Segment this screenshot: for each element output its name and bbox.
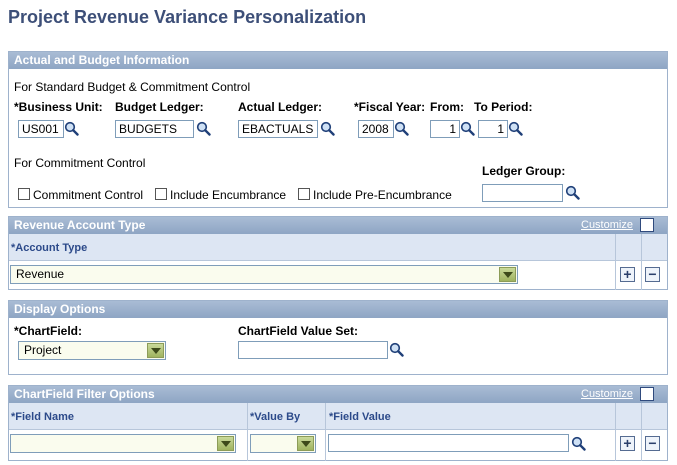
chartfield-select[interactable]: Project	[18, 341, 166, 360]
revenue-delete-row-button[interactable]: −	[645, 267, 660, 282]
grid-divider	[247, 403, 248, 461]
account-type-value: Revenue	[16, 267, 65, 281]
include-encumbrance-label: Include Encumbrance	[170, 188, 287, 202]
to-period-label: To Period:	[474, 100, 533, 114]
display-options-header: Display Options	[9, 301, 667, 318]
filter-options-header: ChartField Filter Options	[9, 386, 667, 403]
chartfield-value-set-lookup-icon[interactable]	[389, 342, 404, 357]
ledger-group-lookup-icon[interactable]	[565, 185, 580, 200]
filter-add-row-button[interactable]: +	[620, 436, 635, 451]
grid-divider	[325, 403, 326, 461]
budget-ledger-lookup-icon[interactable]	[196, 121, 211, 136]
revenue-add-row-button[interactable]: +	[620, 267, 635, 282]
page-title: Project Revenue Variance Personalization	[8, 7, 367, 27]
chartfield-value-set-input[interactable]	[238, 341, 388, 359]
fiscal-year-label: *Fiscal Year:	[354, 100, 426, 114]
revenue-account-customize-link[interactable]: Customize	[581, 219, 633, 231]
from-period-input[interactable]: 1	[430, 120, 460, 138]
business-unit-label: *Business Unit:	[14, 100, 103, 114]
chartfield-label: *ChartField:	[14, 324, 83, 338]
include-pre-encumbrance-label: Include Pre-Encumbrance	[313, 188, 452, 202]
chevron-down-icon[interactable]	[297, 436, 314, 451]
include-pre-encumbrance-checkbox[interactable]	[298, 188, 310, 200]
grid-divider	[641, 403, 642, 461]
ledger-group-label: Ledger Group:	[482, 164, 566, 178]
commitment-control-label: Commitment Control	[33, 188, 144, 202]
budget-ledger-label: Budget Ledger:	[115, 100, 204, 114]
account-type-select[interactable]: Revenue	[10, 265, 518, 284]
chevron-down-icon[interactable]	[499, 267, 516, 282]
chevron-down-icon[interactable]	[217, 436, 234, 451]
business-unit-input[interactable]: US001	[18, 120, 64, 138]
revenue-account-expand-icon[interactable]	[640, 218, 654, 232]
fiscal-year-input[interactable]: 2008	[358, 120, 394, 138]
grid-divider	[615, 403, 616, 461]
standard-budget-caption: For Standard Budget & Commitment Control	[14, 80, 251, 94]
budget-ledger-input[interactable]: BUDGETS	[115, 120, 194, 138]
value-by-select[interactable]	[250, 434, 316, 453]
account-type-column-header: *Account Type	[11, 242, 88, 254]
field-name-select[interactable]	[10, 434, 236, 453]
field-value-column-header: *Field Value	[329, 411, 391, 423]
grid-divider	[641, 234, 642, 290]
filter-delete-row-button[interactable]: −	[645, 436, 660, 451]
actual-budget-header: Actual and Budget Information	[9, 52, 667, 69]
commitment-control-checkbox[interactable]	[18, 188, 30, 200]
chartfield-value: Project	[24, 343, 62, 357]
field-value-input[interactable]	[328, 434, 569, 452]
include-encumbrance-checkbox[interactable]	[155, 188, 167, 200]
field-value-lookup-icon[interactable]	[571, 436, 586, 451]
ledger-group-input[interactable]	[482, 184, 563, 202]
from-period-lookup-icon[interactable]	[460, 121, 475, 136]
chevron-down-icon[interactable]	[147, 343, 164, 358]
actual-ledger-input[interactable]: EBACTUALS	[238, 120, 318, 138]
filter-options-customize-link[interactable]: Customize	[581, 388, 633, 400]
filter-options-expand-icon[interactable]	[640, 387, 654, 401]
revenue-account-column-header-row	[9, 234, 667, 261]
commitment-control-caption: For Commitment Control	[14, 156, 146, 170]
chartfield-value-set-label: ChartField Value Set:	[238, 324, 359, 338]
from-label: From:	[430, 100, 464, 114]
to-period-lookup-icon[interactable]	[508, 121, 523, 136]
grid-divider	[615, 234, 616, 290]
actual-ledger-lookup-icon[interactable]	[320, 121, 335, 136]
fiscal-year-lookup-icon[interactable]	[394, 121, 409, 136]
revenue-account-header: Revenue Account Type	[9, 217, 667, 234]
business-unit-lookup-icon[interactable]	[64, 121, 79, 136]
field-name-column-header: *Field Name	[11, 411, 74, 423]
value-by-column-header: *Value By	[250, 411, 301, 423]
to-period-input[interactable]: 1	[478, 120, 508, 138]
actual-ledger-label: Actual Ledger:	[238, 100, 323, 114]
